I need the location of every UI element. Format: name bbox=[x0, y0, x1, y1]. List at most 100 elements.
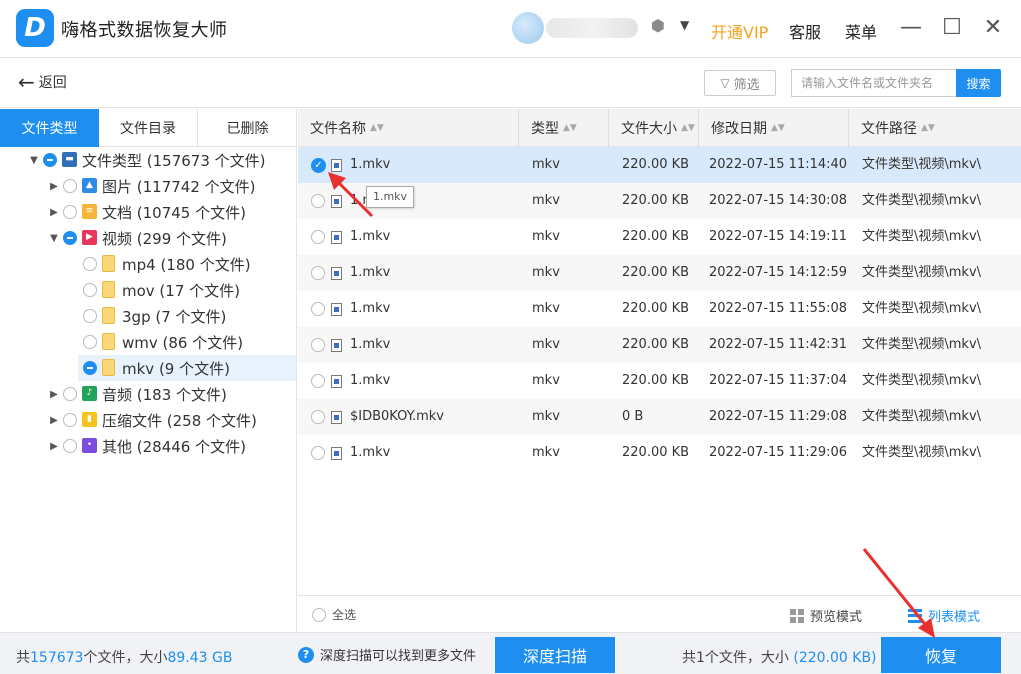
row-checkbox[interactable] bbox=[311, 446, 325, 460]
tree-item[interactable]: ▶ • 其他 (28446 个文件) bbox=[0, 433, 297, 459]
tab-file-type[interactable]: 文件类型 bbox=[0, 109, 99, 147]
search-input[interactable] bbox=[791, 69, 957, 97]
file-size: 220.00 KB bbox=[622, 301, 690, 316]
row-checkbox[interactable] bbox=[311, 374, 325, 388]
file-row[interactable]: 1.mkv mkv 220.00 KB 2022-07-15 11:55:08 文件类型… bbox=[298, 291, 1021, 327]
minimize-icon[interactable]: — bbox=[898, 14, 924, 42]
file-path: 文件类型\视频\mkv\ bbox=[862, 193, 982, 208]
tree-checkbox[interactable] bbox=[83, 335, 97, 349]
file-size: 220.00 KB bbox=[622, 157, 690, 172]
tree-checkbox[interactable] bbox=[63, 387, 77, 401]
file-date: 2022-07-15 11:42:31 bbox=[709, 337, 848, 352]
tree-item[interactable]: ▼ ▶ 视频 (299 个文件) bbox=[0, 225, 297, 251]
tree-checkbox[interactable] bbox=[83, 257, 97, 271]
vip-badge-icon: ⬢ bbox=[651, 16, 665, 35]
tree-item[interactable]: ▶ ♪ 音频 (183 个文件) bbox=[0, 381, 297, 407]
column-header-type[interactable]: 类型 ▲▼ bbox=[518, 109, 608, 147]
tree-item[interactable]: ▼ ▬ 文件类型 (157673 个文件) bbox=[0, 147, 297, 173]
tree-checkbox[interactable] bbox=[83, 283, 97, 297]
tree-item[interactable]: ▶ ≡ 文档 (10745 个文件) bbox=[0, 199, 297, 225]
expand-right-icon[interactable]: ▶ bbox=[48, 441, 60, 452]
file-type: mkv bbox=[532, 229, 560, 244]
back-button[interactable]: ← 返回 bbox=[18, 72, 67, 92]
tree-checkbox[interactable] bbox=[43, 153, 57, 167]
row-checkbox[interactable] bbox=[311, 230, 325, 244]
tree-item[interactable]: wmv (86 个文件) bbox=[0, 329, 297, 355]
row-checkbox[interactable] bbox=[311, 410, 325, 424]
folder-icon bbox=[102, 307, 115, 324]
tree-checkbox[interactable] bbox=[63, 231, 77, 245]
tree-checkbox[interactable] bbox=[63, 413, 77, 427]
expand-down-icon[interactable]: ▼ bbox=[28, 155, 40, 166]
checked-icon[interactable]: ✓ bbox=[311, 158, 326, 173]
file-date: 2022-07-15 14:19:11 bbox=[709, 229, 848, 244]
tab-file-directory[interactable]: 文件目录 bbox=[99, 109, 198, 147]
file-list-footer: 全选 预览模式 列表模式 bbox=[298, 595, 1021, 632]
deep-scan-hint: ? 深度扫描可以找到更多文件 bbox=[298, 645, 476, 664]
row-checkbox[interactable] bbox=[311, 338, 325, 352]
file-row[interactable]: ✓ 1.mkv mkv 220.00 KB 2022-07-15 11:14:40 文件类… bbox=[298, 147, 1021, 183]
file-row[interactable]: 1.mkv mkv 220.00 KB 2022-07-15 11:29:06 文件类型… bbox=[298, 435, 1021, 471]
maximize-icon[interactable]: ☐ bbox=[939, 14, 965, 42]
avatar bbox=[512, 12, 544, 44]
filter-button[interactable]: ▽ 筛选 bbox=[704, 70, 776, 96]
video-file-icon bbox=[331, 195, 342, 208]
file-row[interactable]: 1.mkv mkv 220.00 KB 2022-07-15 11:42:31 文件类型… bbox=[298, 327, 1021, 363]
open-vip-link[interactable]: 开通VIP bbox=[711, 19, 768, 43]
row-checkbox[interactable] bbox=[311, 266, 325, 280]
expand-right-icon[interactable]: ▶ bbox=[48, 181, 60, 192]
app-title: 嗨格式数据恢复大师 bbox=[61, 20, 228, 41]
row-checkbox[interactable] bbox=[311, 194, 325, 208]
close-icon[interactable]: ✕ bbox=[980, 14, 1006, 42]
column-header-name[interactable]: 文件名称 ▲▼ bbox=[298, 109, 518, 147]
radio-icon bbox=[312, 607, 326, 622]
chevron-down-icon[interactable]: ▼ bbox=[680, 18, 689, 32]
column-header-size[interactable]: 文件大小 ▲▼ bbox=[608, 109, 698, 147]
tree-item[interactable]: mkv (9 个文件) bbox=[78, 355, 296, 381]
file-row[interactable]: $IDB0KOY.mkv mkv 0 B 2022-07-15 11:29:08 文件类… bbox=[298, 399, 1021, 435]
row-checkbox[interactable] bbox=[311, 302, 325, 316]
sort-icon: ▲▼ bbox=[921, 123, 935, 133]
file-row[interactable]: 1.mkv mkv 220.00 KB 2022-07-15 14:12:59 文件类型… bbox=[298, 255, 1021, 291]
tree-checkbox[interactable] bbox=[63, 439, 77, 453]
tree-item-label: 文档 (10745 个文件) bbox=[102, 203, 246, 222]
expand-right-icon[interactable]: ▶ bbox=[48, 415, 60, 426]
search-button[interactable]: 搜索 bbox=[956, 69, 1001, 97]
user-account[interactable]: ⬢ ▼ bbox=[512, 12, 692, 44]
file-name: 1.mkv bbox=[350, 157, 391, 172]
tree-checkbox[interactable] bbox=[63, 179, 77, 193]
tree-checkbox[interactable] bbox=[83, 309, 97, 323]
tree-item[interactable]: ▶ ▲ 图片 (117742 个文件) bbox=[0, 173, 297, 199]
column-header-path[interactable]: 文件路径 ▲▼ bbox=[848, 109, 1021, 147]
tree-item[interactable]: 3gp (7 个文件) bbox=[0, 303, 297, 329]
sort-icon: ▲▼ bbox=[681, 123, 695, 133]
help-icon[interactable]: ? bbox=[298, 646, 314, 663]
video-file-icon bbox=[331, 267, 342, 280]
tree-item-label: 文件类型 (157673 个文件) bbox=[82, 151, 266, 170]
expand-right-icon[interactable]: ▶ bbox=[48, 389, 60, 400]
app-window: D 嗨格式数据恢复大师 ⬢ ▼ 开通VIP 客服 菜单 — ☐ ✕ ← 返回 ▽… bbox=[0, 0, 1021, 674]
select-all-label: 全选 bbox=[332, 608, 357, 622]
selected-summary: 共1个文件，大小 (220.00 KB) bbox=[682, 650, 877, 666]
tree-checkbox[interactable] bbox=[83, 361, 97, 375]
tab-deleted[interactable]: 已删除 bbox=[198, 109, 297, 147]
tree-item[interactable]: ▶ ▮ 压缩文件 (258 个文件) bbox=[0, 407, 297, 433]
tree-item[interactable]: mp4 (180 个文件) bbox=[0, 251, 297, 277]
tree-checkbox[interactable] bbox=[63, 205, 77, 219]
file-path: 文件类型\视频\mkv\ bbox=[862, 265, 982, 280]
tree-item[interactable]: mov (17 个文件) bbox=[0, 277, 297, 303]
column-header-date[interactable]: 修改日期 ▲▼ bbox=[698, 109, 848, 147]
expand-down-icon[interactable]: ▼ bbox=[48, 233, 60, 244]
deep-scan-button[interactable]: 深度扫描 bbox=[495, 637, 615, 673]
select-all-checkbox[interactable]: 全选 bbox=[312, 606, 356, 623]
list-mode-button[interactable]: 列表模式 bbox=[908, 606, 980, 625]
file-row[interactable]: 1.mkv mkv 220.00 KB 2022-07-15 14:19:11 文件类型… bbox=[298, 219, 1021, 255]
customer-service-link[interactable]: 客服 bbox=[789, 19, 821, 43]
list-mode-label: 列表模式 bbox=[928, 610, 981, 625]
preview-mode-button[interactable]: 预览模式 bbox=[790, 606, 862, 625]
expand-right-icon[interactable]: ▶ bbox=[48, 207, 60, 218]
menu-link[interactable]: 菜单 bbox=[845, 19, 877, 43]
file-row[interactable]: 1.mkv mkv 220.00 KB 2022-07-15 11:37:04 文件类型… bbox=[298, 363, 1021, 399]
recover-button[interactable]: 恢复 bbox=[881, 637, 1001, 673]
sort-icon: ▲▼ bbox=[370, 123, 384, 133]
